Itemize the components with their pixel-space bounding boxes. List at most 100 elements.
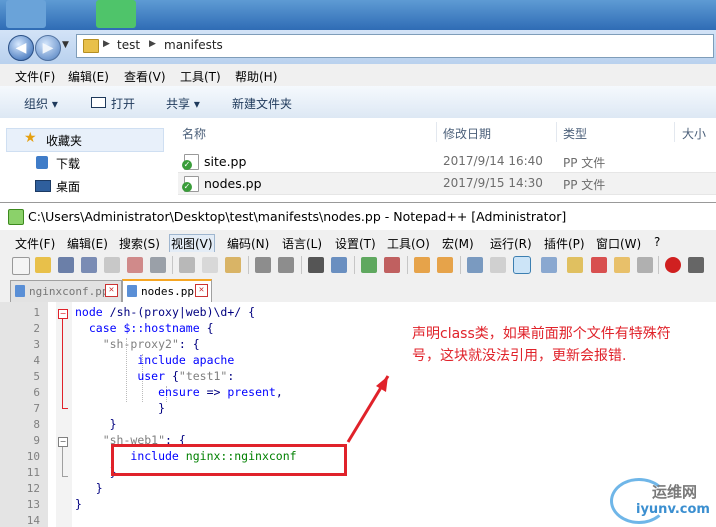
show-all-chars-icon[interactable]	[490, 257, 506, 273]
npp-menu-encoding[interactable]: 编码(N)	[227, 235, 269, 252]
npp-menu-run[interactable]: 运行(R)	[490, 235, 532, 252]
doc-map-icon[interactable]	[567, 257, 583, 273]
record-macro-icon[interactable]	[665, 257, 681, 273]
close-all-icon[interactable]	[127, 257, 143, 273]
folder-workspace-icon[interactable]	[614, 257, 630, 273]
notepadpp-icon	[8, 209, 24, 225]
undo-icon[interactable]	[255, 257, 271, 273]
fold-toggle-icon[interactable]: −	[58, 309, 68, 319]
tab-nginxconf[interactable]: nginxconf.pp ✕	[10, 280, 122, 302]
close-icon[interactable]	[104, 257, 120, 273]
tab-close-icon[interactable]: ✕	[105, 284, 118, 297]
print-icon[interactable]	[150, 257, 166, 273]
npp-menu-macro[interactable]: 宏(M)	[442, 235, 474, 252]
find-icon[interactable]	[308, 257, 324, 273]
taskbar-thumbnail[interactable]	[96, 0, 136, 28]
monitoring-icon[interactable]	[637, 257, 653, 273]
column-date[interactable]: 修改日期	[443, 125, 491, 142]
share-button[interactable]: 共享 ▾	[166, 95, 200, 112]
taskbar-thumbnail[interactable]	[6, 0, 46, 28]
menu-file[interactable]: 文件(F)	[15, 68, 55, 85]
column-type[interactable]: 类型	[563, 125, 587, 142]
cut-icon[interactable]	[179, 257, 195, 273]
open-button[interactable]: 打开	[111, 95, 135, 112]
breadcrumb-arrow-icon[interactable]: ▶	[149, 39, 156, 49]
sync-vertical-icon[interactable]	[414, 257, 430, 273]
open-file-icon[interactable]	[35, 257, 51, 273]
save-icon[interactable]	[58, 257, 74, 273]
watermark-name: 运维网	[652, 483, 698, 501]
nav-downloads[interactable]: 下载	[56, 155, 80, 172]
npp-menu-file[interactable]: 文件(F)	[15, 235, 55, 252]
code-line: "sh-proxy2": {	[102, 337, 200, 351]
breadcrumb-test[interactable]: test	[117, 38, 140, 52]
menu-view[interactable]: 查看(V)	[124, 68, 166, 85]
nav-desktop[interactable]: 桌面	[56, 178, 80, 195]
npp-menu-plugins[interactable]: 插件(P)	[544, 235, 585, 252]
menu-tools[interactable]: 工具(T)	[180, 68, 221, 85]
npp-menu-tools[interactable]: 工具(O)	[387, 235, 430, 252]
paste-icon[interactable]	[225, 257, 241, 273]
function-list-icon[interactable]	[591, 257, 607, 273]
npp-menu-settings[interactable]: 设置(T)	[335, 235, 376, 252]
nav-favorites[interactable]: 收藏夹	[46, 132, 82, 149]
npp-menu-language[interactable]: 语言(L)	[282, 235, 322, 252]
new-file-icon[interactable]	[12, 257, 30, 275]
column-separator[interactable]	[674, 122, 675, 142]
new-folder-button[interactable]: 新建文件夹	[232, 95, 292, 112]
line-number: 13	[26, 498, 40, 511]
column-size[interactable]: 大小	[682, 125, 706, 142]
toolbar-separator	[248, 256, 249, 274]
line-number: 7	[33, 402, 40, 415]
column-name[interactable]: 名称	[182, 125, 206, 142]
fold-margin[interactable]: − −	[56, 302, 72, 527]
line-number: 6	[33, 386, 40, 399]
column-separator[interactable]	[556, 122, 557, 142]
redo-icon[interactable]	[278, 257, 294, 273]
toolbar-separator	[407, 256, 408, 274]
npp-menu-search[interactable]: 搜索(S)	[119, 235, 160, 252]
annotation-line: 号，这块就没法引用，更新会报错.	[412, 348, 627, 364]
column-separator[interactable]	[436, 122, 437, 142]
zoom-in-icon[interactable]	[361, 257, 377, 273]
tab-close-icon[interactable]: ✕	[195, 284, 208, 297]
indent-guide-icon[interactable]	[513, 256, 531, 274]
sync-horizontal-icon[interactable]	[437, 257, 453, 273]
fold-toggle-icon[interactable]: −	[58, 437, 68, 447]
line-number: 9	[33, 434, 40, 447]
npp-menu-window[interactable]: 窗口(W)	[596, 235, 641, 252]
annotation-arrow-icon	[346, 375, 390, 443]
replace-icon[interactable]	[331, 257, 347, 273]
file-name: nodes.pp	[204, 176, 262, 191]
npp-menu-view[interactable]: 视图(V)	[169, 234, 215, 253]
menu-help[interactable]: 帮助(H)	[235, 68, 277, 85]
menu-edit[interactable]: 编辑(E)	[68, 68, 109, 85]
explorer-window: ◀ ▶ ▼ ▶ test ▶ manifests 文件(F) 编辑(E) 查看(…	[0, 0, 716, 210]
explorer-titlebar	[0, 0, 716, 30]
address-input[interactable]: ▶ test ▶ manifests	[76, 34, 714, 58]
code-line: }	[109, 417, 117, 431]
save-all-icon[interactable]	[81, 257, 97, 273]
toolbar-separator	[354, 256, 355, 274]
npp-menu-edit[interactable]: 编辑(E)	[67, 235, 108, 252]
file-list: 名称 修改日期 类型 大小 ✓ site.pp 2017/9/14 16:40 …	[170, 118, 716, 210]
fold-line	[62, 319, 63, 409]
navigation-pane: ★ 收藏夹 下载 桌面	[0, 118, 171, 210]
word-wrap-icon[interactable]	[467, 257, 483, 273]
breadcrumb-arrow-icon[interactable]: ▶	[103, 39, 110, 49]
npp-menu-help[interactable]: ?	[654, 235, 660, 249]
file-row[interactable]: ✓ nodes.pp 2017/9/15 14:30 PP 文件	[178, 172, 716, 195]
zoom-out-icon[interactable]	[384, 257, 400, 273]
back-button[interactable]: ◀	[8, 35, 34, 61]
user-lang-icon[interactable]	[541, 257, 557, 273]
stop-macro-icon[interactable]	[688, 257, 704, 273]
recent-pages-dropdown-icon[interactable]: ▼	[62, 40, 69, 50]
forward-button[interactable]: ▶	[35, 35, 61, 61]
breadcrumb-manifests[interactable]: manifests	[164, 38, 223, 52]
copy-icon[interactable]	[202, 257, 218, 273]
file-row[interactable]: ✓ site.pp 2017/9/14 16:40 PP 文件	[178, 151, 716, 172]
desktop-icon	[35, 180, 51, 192]
organize-button[interactable]: 组织 ▾	[24, 95, 58, 112]
code-line: include apache	[137, 353, 235, 367]
tab-nodes[interactable]: nodes.pp ✕	[122, 279, 212, 303]
